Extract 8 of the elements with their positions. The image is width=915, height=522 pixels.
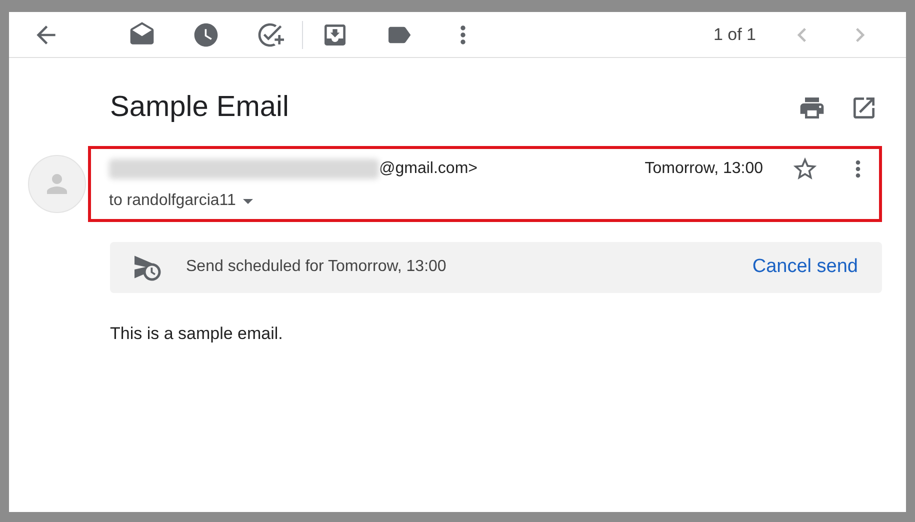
recipient-label: to randolfgarcia11 [109,190,236,210]
send-time: Tomorrow, 13:00 [644,158,763,178]
scheduled-text: Send scheduled for Tomorrow, 13:00 [186,257,446,277]
sender-address: @gmail.com> [379,158,478,178]
page-counter: 1 of 1 [713,24,756,46]
cancel-send-link[interactable]: Cancel send [752,252,858,282]
email-body: This is a sample email. [110,322,284,344]
email-subject: Sample Email [110,90,289,125]
